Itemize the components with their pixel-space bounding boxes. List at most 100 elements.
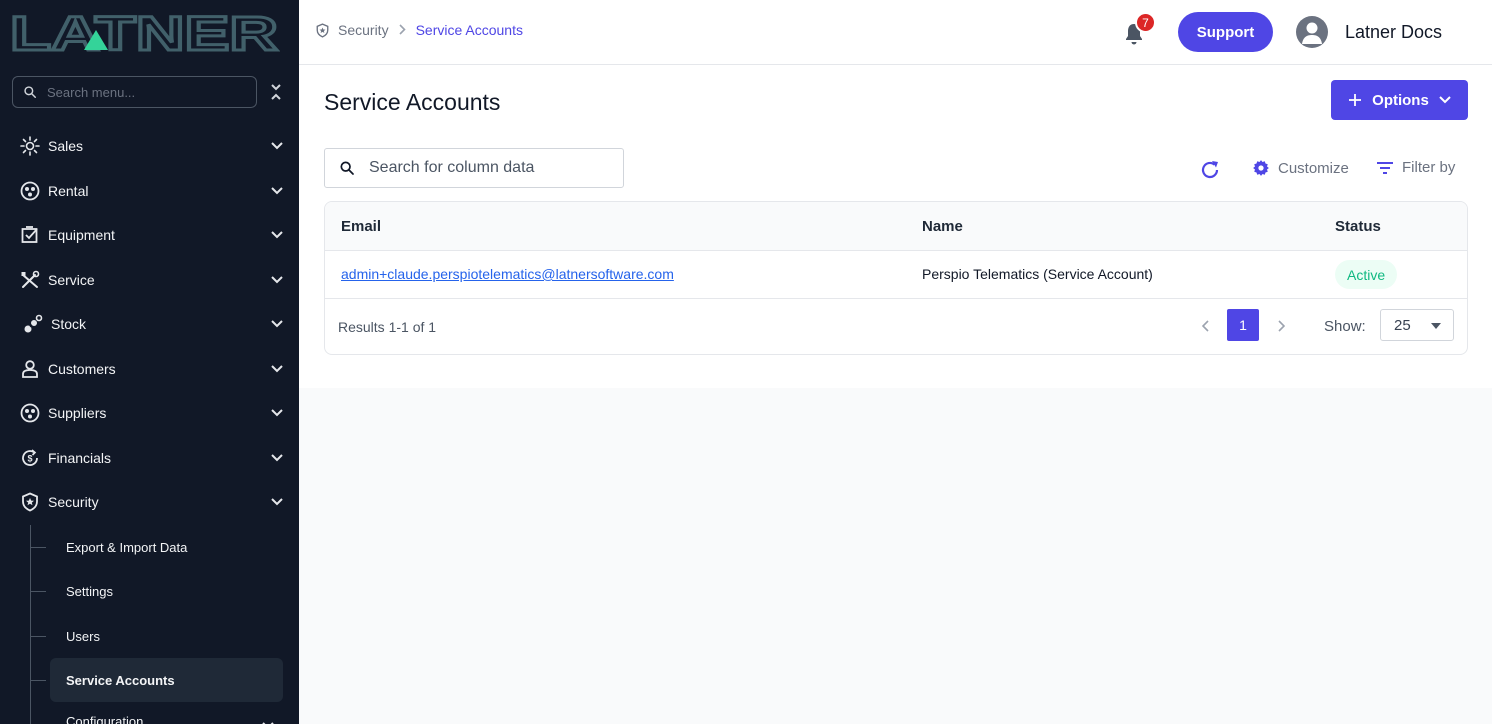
stock-icon (22, 313, 44, 335)
breadcrumb-security[interactable]: Security (338, 22, 389, 38)
chevron-right-icon[interactable] (1271, 316, 1291, 336)
chevron-down-icon (270, 139, 284, 153)
sidebar-item-label: Security (48, 494, 99, 510)
caret-down-icon (1431, 323, 1441, 329)
page-number-current[interactable]: 1 (1227, 309, 1259, 341)
suppliers-icon (19, 402, 41, 424)
sidebar-item-service[interactable]: Service (0, 260, 299, 300)
page-size-value: 25 (1394, 316, 1411, 334)
avatar[interactable] (1296, 16, 1328, 48)
sidebar-item-customers[interactable]: Customers (0, 349, 299, 389)
chevron-down-icon (270, 451, 284, 465)
sidebar-subitem-users[interactable]: Users (50, 614, 283, 658)
sidebar-item-suppliers[interactable]: Suppliers (0, 393, 299, 433)
chevron-left-icon[interactable] (1195, 316, 1215, 336)
service-tools-icon (19, 269, 41, 291)
sidebar-subitem-service-accounts[interactable]: Service Accounts (50, 658, 283, 702)
chevron-down-icon (270, 317, 284, 331)
results-count: Results 1-1 of 1 (338, 319, 437, 335)
customize-button[interactable]: Customize (1252, 159, 1349, 177)
sidebar-item-sales[interactable]: Sales (0, 126, 299, 166)
menu-search[interactable] (12, 76, 257, 108)
table-search-input[interactable] (369, 159, 609, 177)
svg-text:$: $ (27, 454, 32, 464)
sidebar-item-financials[interactable]: $ Financials (0, 438, 299, 478)
table-row[interactable]: admin+claude.perspiotelematics@latnersof… (325, 251, 1467, 299)
refresh-icon[interactable] (1199, 159, 1221, 181)
data-table: Email Name Status admin+claude.perspiote… (324, 201, 1468, 355)
column-header-email[interactable]: Email (341, 218, 381, 235)
search-icon (339, 160, 355, 176)
submenu-tree-branch (30, 636, 46, 637)
chevron-down-icon (270, 406, 284, 420)
sidebar-item-stock[interactable]: Stock (0, 304, 299, 344)
show-label: Show: (1324, 318, 1366, 335)
sidebar-item-equipment[interactable]: Equipment (0, 215, 299, 255)
sidebar: LATNER Sales Rental Equipment (0, 0, 299, 724)
customers-icon (19, 358, 41, 380)
chevron-down-icon (270, 362, 284, 376)
filter-icon (1376, 161, 1394, 175)
sidebar-item-rental[interactable]: Rental (0, 171, 299, 211)
latner-logo[interactable]: LATNER (10, 12, 280, 54)
options-button[interactable]: Options (1331, 80, 1468, 120)
plus-icon (1348, 93, 1362, 107)
submenu-tree-line (30, 525, 31, 724)
sidebar-subitem-configuration[interactable]: Configuration (50, 704, 283, 724)
page-size-select[interactable]: 25 (1380, 309, 1454, 341)
sidebar-item-label: Rental (48, 183, 89, 199)
sidebar-item-label: Equipment (48, 227, 115, 243)
sales-icon (19, 135, 41, 157)
table-search[interactable] (324, 148, 624, 188)
status-badge: Active (1335, 260, 1398, 289)
sidebar-item-label: Configuration (66, 714, 144, 724)
table-footer: Results 1-1 of 1 1 Show: 25 (325, 300, 1467, 354)
sidebar-item-label: Suppliers (48, 405, 107, 421)
sidebar-item-label: Customers (48, 361, 116, 377)
filter-label: Filter by (1402, 159, 1456, 176)
sidebar-subitem-export-import[interactable]: Export & Import Data (50, 525, 283, 569)
equipment-icon (19, 224, 41, 246)
chevron-right-icon (399, 23, 406, 38)
main-content: Service Accounts Options Customize Filte… (299, 65, 1492, 388)
page-title: Service Accounts (324, 89, 501, 115)
shield-icon (19, 491, 41, 513)
sidebar-item-security[interactable]: Security (0, 482, 299, 522)
user-name[interactable]: Latner Docs (1345, 22, 1442, 43)
chevron-down-icon (270, 228, 284, 242)
chevron-down-icon (270, 184, 284, 198)
sidebar-item-label: Sales (48, 138, 84, 154)
search-icon (23, 85, 37, 99)
filter-button[interactable]: Filter by (1376, 159, 1455, 176)
gear-icon (1252, 159, 1270, 177)
submenu-tree-branch (30, 591, 46, 592)
options-label: Options (1372, 91, 1429, 109)
sidebar-item-label: Service (48, 272, 95, 288)
rental-icon (19, 180, 41, 202)
account-name: Perspio Telematics (Service Account) (922, 266, 1153, 282)
sidebar-subitem-settings[interactable]: Settings (50, 569, 283, 613)
menu-search-input[interactable] (47, 84, 237, 100)
customize-label: Customize (1278, 159, 1349, 177)
notification-count-badge: 7 (1135, 12, 1156, 33)
column-header-name[interactable]: Name (922, 218, 963, 235)
svg-text:LATNER: LATNER (10, 12, 278, 54)
chevron-down-icon (1439, 96, 1451, 104)
chevron-down-icon (270, 273, 284, 287)
table-header: Email Name Status (325, 202, 1467, 251)
top-bar: Security Service Accounts 7 Support Latn… (299, 0, 1492, 65)
sidebar-item-label: Financials (48, 450, 112, 466)
sidebar-item-label: Stock (51, 316, 87, 332)
breadcrumb-service-accounts[interactable]: Service Accounts (416, 22, 523, 38)
email-link[interactable]: admin+claude.perspiotelematics@latnersof… (341, 266, 674, 282)
chevron-down-icon (262, 718, 274, 724)
support-button[interactable]: Support (1178, 12, 1273, 52)
shield-icon (315, 22, 330, 38)
financials-icon: $ (19, 447, 41, 469)
submenu-tree-branch (30, 547, 46, 548)
collapse-sidebar-icon[interactable] (268, 82, 284, 102)
submenu-tree-branch (30, 680, 46, 681)
breadcrumb: Security Service Accounts (315, 22, 523, 38)
column-header-status[interactable]: Status (1335, 218, 1381, 235)
chevron-up-icon (270, 495, 284, 509)
